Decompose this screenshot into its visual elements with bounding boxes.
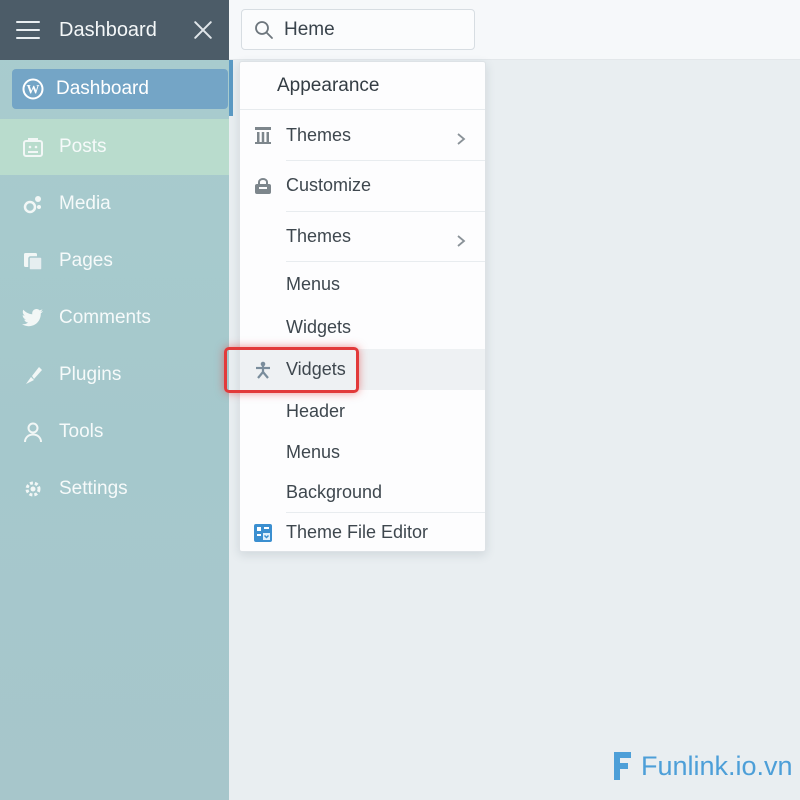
menu-item-label: Background	[286, 481, 383, 502]
plugins-icon	[22, 364, 44, 386]
menu-item-label: Themes	[286, 226, 352, 246]
pages-icon	[22, 250, 44, 272]
menu-item-header[interactable]: Header	[240, 391, 485, 431]
menu-item-label: Themes	[286, 124, 352, 145]
search-box[interactable]	[241, 9, 475, 50]
menu-item-theme-file-editor[interactable]: Theme File Editor	[240, 513, 485, 552]
active-indicator	[229, 60, 233, 116]
settings-icon	[22, 478, 44, 500]
sidebar-item-plugins[interactable]: Plugins	[0, 346, 229, 403]
menu-item-label: Widgets	[286, 317, 352, 337]
svg-text:W: W	[27, 82, 40, 97]
sidebar-item-posts[interactable]: Posts	[0, 119, 229, 175]
wordpress-icon: W	[22, 78, 44, 100]
sidebar-item-media[interactable]: Media	[0, 175, 229, 232]
comments-icon	[22, 307, 44, 329]
sidebar-item-label: Pages	[59, 249, 113, 271]
menu-item-label: Header	[286, 400, 346, 421]
tools-icon	[22, 421, 44, 443]
menu-item-background[interactable]: Background	[240, 472, 485, 512]
customize-icon	[253, 176, 273, 196]
sidebar-item-label: Tools	[59, 420, 104, 442]
sidebar-item-label: Media	[59, 192, 111, 214]
menu-item-themes[interactable]: Themes	[240, 110, 485, 160]
posts-icon	[22, 136, 44, 158]
menu-item-label: Menus	[286, 441, 341, 462]
sidebar-item-comments[interactable]: Comments	[0, 289, 229, 346]
menu-item-label: Menus	[286, 274, 341, 294]
sidebar: Dashboard W Dashboard Posts Media Pages …	[0, 0, 229, 800]
sidebar-item-label: Posts	[59, 136, 107, 157]
sidebar-nav: W Dashboard Posts Media Pages Comments P…	[0, 69, 229, 517]
sidebar-item-settings[interactable]: Settings	[0, 460, 229, 517]
menu-item-customize[interactable]: Customize	[240, 161, 485, 210]
menu-item-themes-2[interactable]: Themes	[240, 212, 485, 261]
watermark-text: Funlink.io.vn	[641, 750, 793, 781]
funlink-logo-icon	[611, 750, 633, 782]
media-icon	[22, 193, 44, 215]
menu-item-label: Customize	[286, 175, 372, 195]
themes-icon	[253, 125, 273, 145]
sidebar-item-label: Comments	[59, 306, 151, 328]
dropdown-header: Appearance	[240, 62, 485, 110]
watermark: Funlink.io.vn	[611, 750, 793, 782]
chevron-right-icon	[455, 129, 467, 145]
close-icon[interactable]	[193, 20, 213, 40]
menu-item-menus[interactable]: Menus	[240, 262, 485, 307]
appearance-dropdown: Appearance Themes Customize Themes Menus…	[239, 61, 486, 552]
top-bar	[229, 0, 800, 60]
sidebar-item-label: Settings	[59, 477, 128, 499]
sidebar-item-tools[interactable]: Tools	[0, 403, 229, 460]
menu-item-label: Theme File Editor	[286, 522, 429, 542]
highlight-annotation	[224, 347, 359, 393]
sidebar-item-label: Plugins	[59, 363, 122, 385]
sidebar-item-dashboard[interactable]: W Dashboard	[12, 69, 228, 109]
sidebar-title: Dashboard	[59, 18, 157, 41]
search-icon	[254, 20, 274, 40]
theme-file-editor-icon	[253, 523, 273, 543]
menu-item-widgets[interactable]: Widgets	[240, 307, 485, 348]
chevron-right-icon	[455, 231, 467, 247]
sidebar-item-pages[interactable]: Pages	[0, 232, 229, 289]
hamburger-menu-icon[interactable]	[16, 21, 40, 39]
sidebar-header: Dashboard	[0, 0, 229, 60]
search-input[interactable]	[284, 18, 464, 41]
menu-item-menus-2[interactable]: Menus	[240, 432, 485, 472]
sidebar-item-label: Dashboard	[56, 78, 149, 99]
